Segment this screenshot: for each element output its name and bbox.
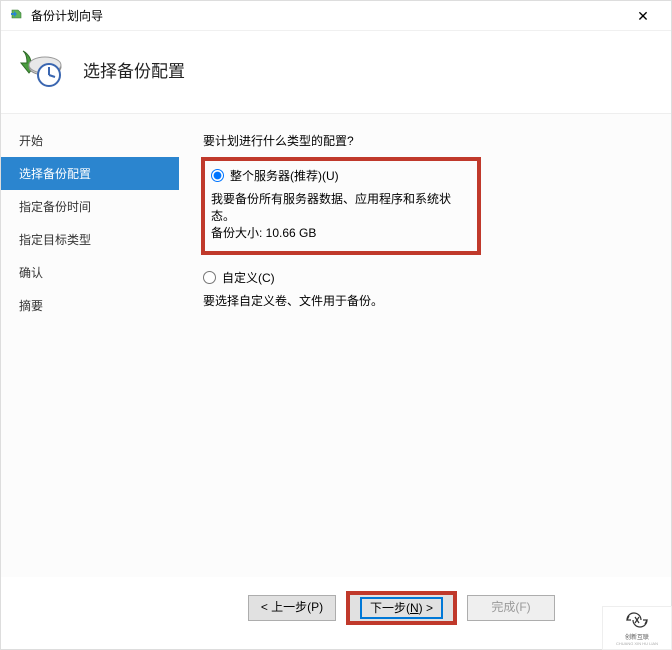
watermark-brand: 创新互联 — [625, 632, 649, 641]
option-full-server-desc1: 我要备份所有服务器数据、应用程序和系统状态。 — [211, 190, 469, 224]
backup-size-value: 10.66 GB — [266, 226, 317, 240]
sidebar-item-select-config[interactable]: 选择备份配置 — [1, 157, 179, 190]
option-custom[interactable]: 自定义(C) — [203, 269, 647, 286]
option-custom-desc: 要选择自定义卷、文件用于备份。 — [203, 292, 647, 309]
option-full-server-label: 整个服务器(推荐)(U) — [230, 167, 339, 184]
dialog-window: 备份计划向导 ✕ 选择备份配置 开始 选择备份配置 指定备份时间 指定目标类型 … — [0, 0, 672, 650]
backup-size-label: 备份大小: — [211, 226, 266, 240]
watermark-icon — [625, 611, 649, 632]
header: 选择备份配置 — [1, 31, 671, 113]
radio-custom[interactable] — [203, 271, 216, 284]
watermark-logo: 创新互联 CHUANG XIN HU LIAN — [602, 606, 672, 650]
next-button[interactable]: 下一步(N) > — [346, 591, 457, 625]
window-title: 备份计划向导 — [31, 7, 623, 24]
watermark-sub: CHUANG XIN HU LIAN — [616, 641, 658, 646]
backup-schedule-icon — [19, 45, 67, 93]
radio-full-server[interactable] — [211, 169, 224, 182]
sidebar-item-start[interactable]: 开始 — [1, 124, 179, 157]
prompt-text: 要计划进行什么类型的配置? — [203, 132, 647, 149]
option-custom-label: 自定义(C) — [222, 269, 275, 286]
backup-wizard-icon — [9, 8, 25, 24]
content-area: 要计划进行什么类型的配置? 整个服务器(推荐)(U) 我要备份所有服务器数据、应… — [179, 114, 671, 577]
sidebar-item-target-type[interactable]: 指定目标类型 — [1, 223, 179, 256]
sidebar-item-confirm[interactable]: 确认 — [1, 256, 179, 289]
titlebar: 备份计划向导 ✕ — [1, 1, 671, 31]
option-full-server-highlight: 整个服务器(推荐)(U) 我要备份所有服务器数据、应用程序和系统状态。 备份大小… — [201, 157, 481, 255]
finish-button: 完成(F) — [467, 595, 555, 621]
option-full-server[interactable]: 整个服务器(推荐)(U) — [211, 167, 469, 184]
sidebar: 开始 选择备份配置 指定备份时间 指定目标类型 确认 摘要 — [1, 114, 179, 577]
option-full-server-size: 备份大小: 10.66 GB — [211, 224, 469, 241]
page-title: 选择备份配置 — [83, 57, 185, 82]
sidebar-item-summary[interactable]: 摘要 — [1, 289, 179, 322]
body: 开始 选择备份配置 指定备份时间 指定目标类型 确认 摘要 要计划进行什么类型的… — [1, 113, 671, 577]
close-button[interactable]: ✕ — [623, 9, 663, 23]
next-button-inner: 下一步(N) > — [360, 597, 443, 619]
footer: < 上一步(P) 下一步(N) > 完成(F) — [1, 577, 671, 649]
sidebar-item-schedule[interactable]: 指定备份时间 — [1, 190, 179, 223]
prev-button[interactable]: < 上一步(P) — [248, 595, 336, 621]
